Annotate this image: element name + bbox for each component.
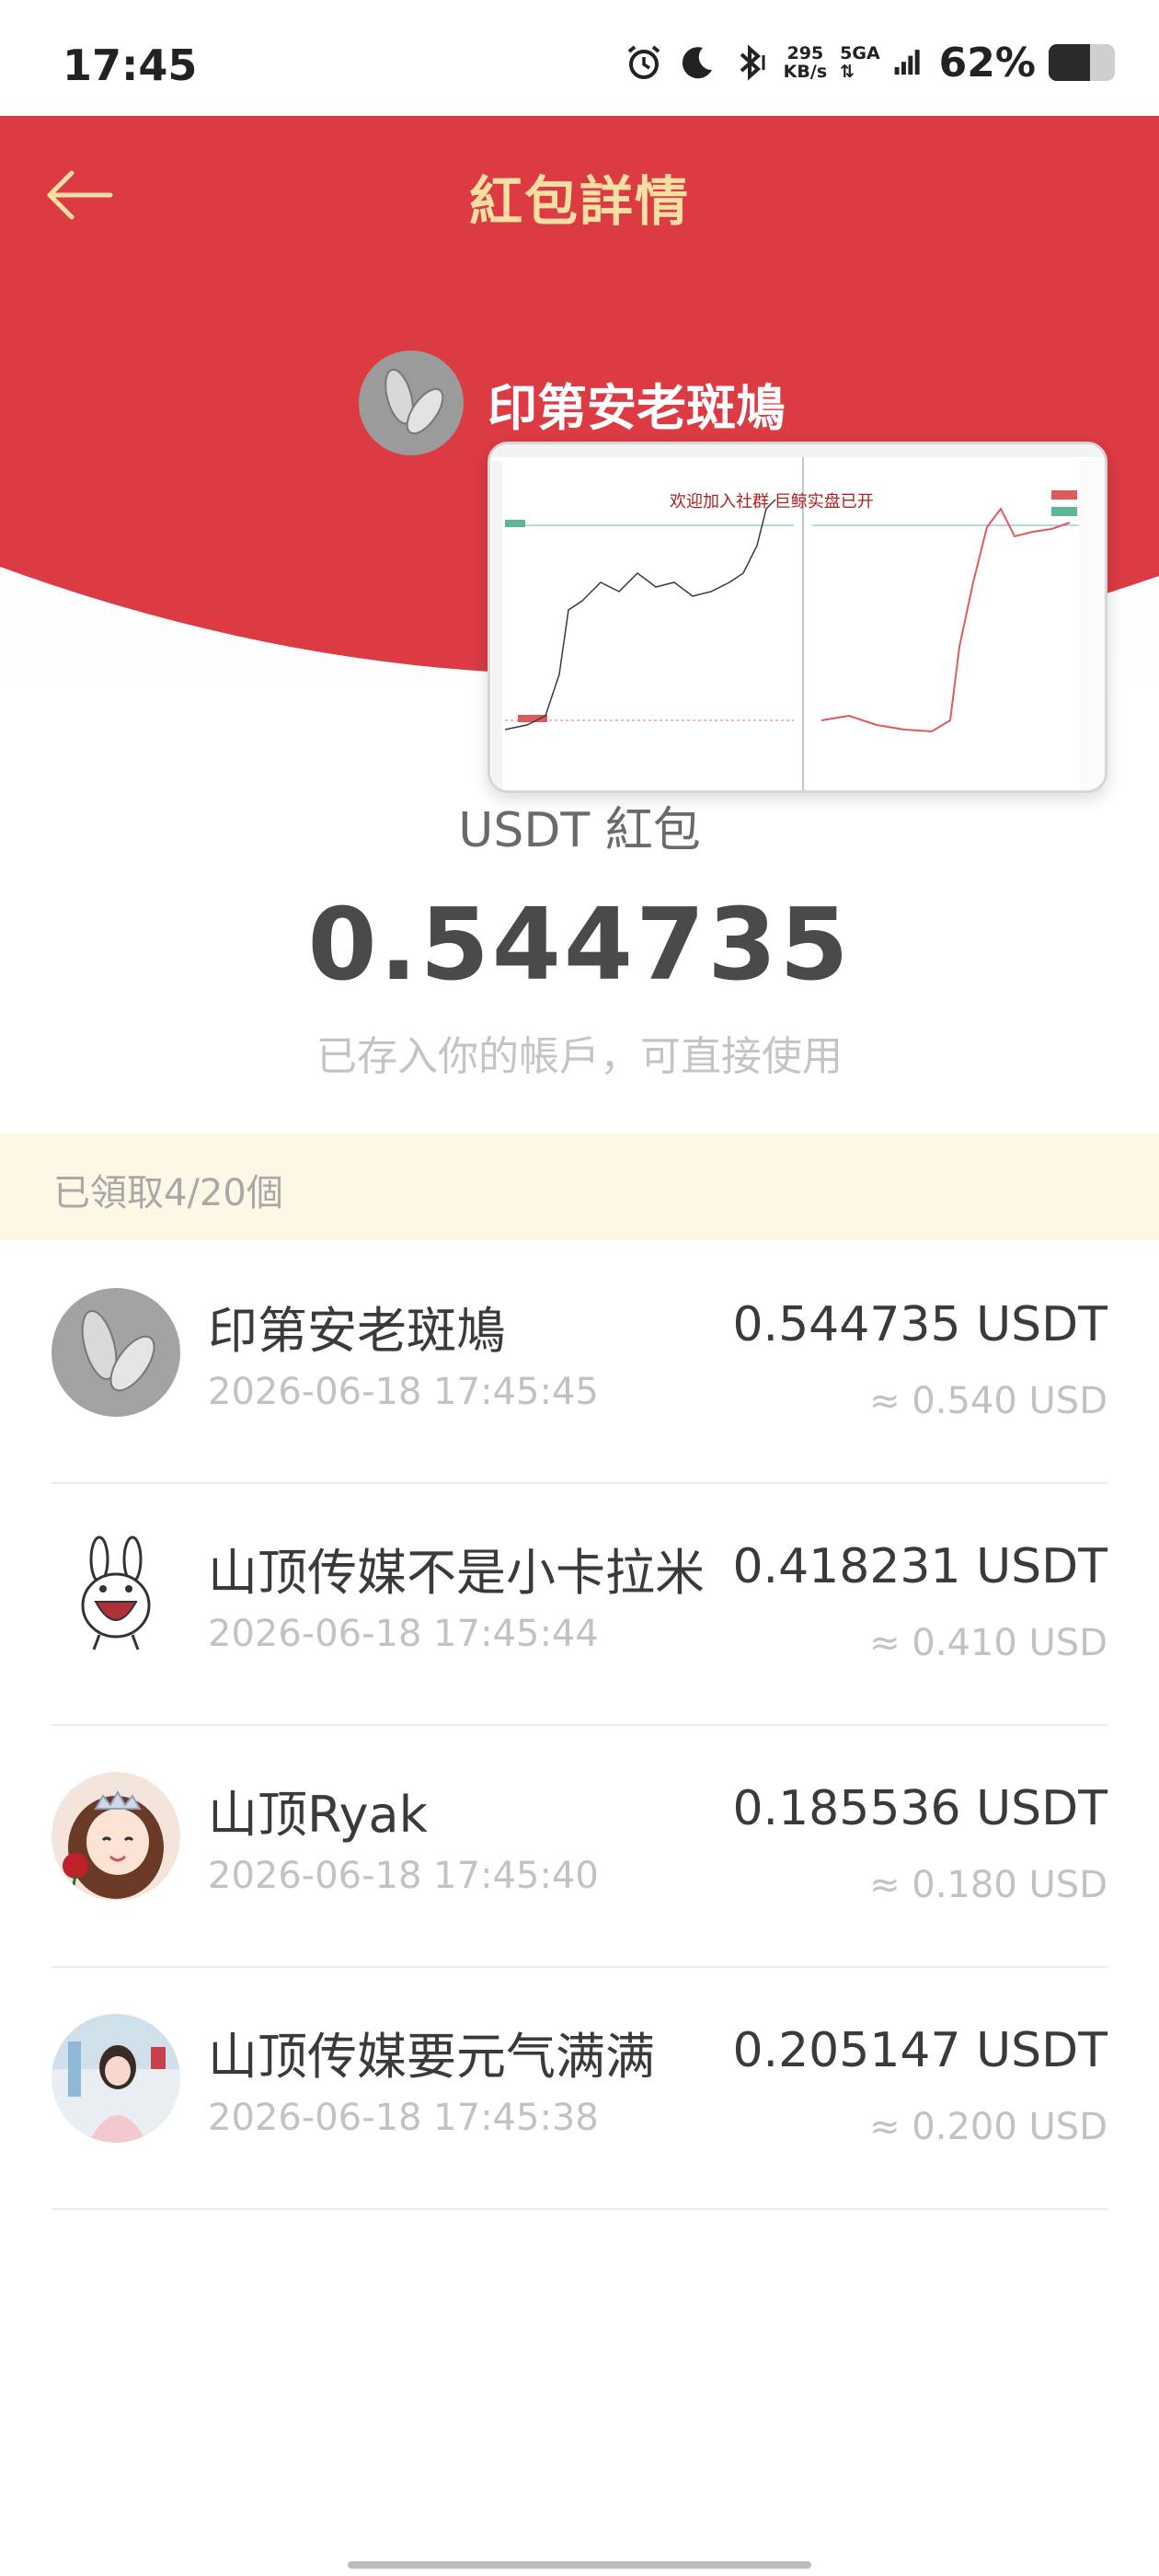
claimed-summary-bar: 已領取4/20個 [0, 1133, 1159, 1240]
status-bar: 17:45 295 KB/s 5GA ⇅ 62% [0, 0, 1159, 116]
recipient-name: 印第安老斑鳩 [208, 1302, 506, 1360]
overlay-caption: 欢迎加入社群 巨鲸实盘已开 [670, 492, 874, 512]
recipient-time: 2026-06-18 17:45:45 [208, 1371, 599, 1413]
recipient-amount: 0.418231 USDT [732, 1539, 1107, 1594]
bluetooth-icon [740, 44, 765, 81]
signal-icon [894, 50, 920, 75]
bunny-avatar[interactable] [52, 1530, 180, 1659]
recipient-name: 山顶Ryak [208, 1786, 428, 1844]
packet-type-label: USDT 紅包 [458, 803, 701, 858]
recipient-usd: ≈ 0.410 USD [869, 1622, 1107, 1664]
moon-icon [682, 47, 712, 79]
recipient-amount: 0.544735 USDT [732, 1297, 1107, 1352]
signal-label: 5GA ⇅ [840, 43, 880, 82]
recipient-time: 2026-06-18 17:45:38 [208, 2097, 599, 2139]
recipient-amount: 0.185536 USDT [732, 1781, 1107, 1836]
recipient-time: 2026-06-18 17:45:44 [208, 1613, 599, 1655]
recipient-usd: ≈ 0.540 USD [869, 1380, 1107, 1422]
battery-icon [1049, 44, 1115, 81]
status-icons: 295 KB/s 5GA ⇅ 62% [624, 37, 1115, 88]
net-speed: 295 KB/s [783, 43, 828, 82]
list-item[interactable]: 印第安老斑鳩 2026-06-18 17:45:45 0.544735 USDT… [52, 1242, 1107, 1484]
battery-level-fill [1049, 44, 1090, 81]
received-amount: 0.544735 [307, 888, 852, 1003]
recipient-name: 山顶传媒要元气满满 [208, 2028, 655, 2086]
sender-name: 印第安老斑鳩 [488, 378, 786, 437]
recipient-amount: 0.205147 USDT [732, 2023, 1107, 2078]
status-time: 17:45 [63, 40, 198, 90]
shoe-print-avatar[interactable] [52, 1288, 180, 1417]
deposit-note: 已存入你的帳戶，可直接使用 [316, 1033, 843, 1080]
claimed-count: 已領取4/20個 [53, 1172, 283, 1214]
recipient-usd: ≈ 0.180 USD [869, 1864, 1107, 1906]
recipient-time: 2026-06-18 17:45:40 [208, 1855, 599, 1897]
floating-chart-popup[interactable]: 欢迎加入社群 巨鲸实盘已开 [488, 442, 1107, 793]
recipient-name: 山顶传媒不是小卡拉米 [208, 1544, 705, 1602]
girl-photo-avatar[interactable] [52, 2014, 180, 2143]
home-indicator[interactable] [348, 2561, 811, 2569]
alarm-icon [627, 45, 660, 79]
recipient-usd: ≈ 0.200 USD [869, 2106, 1107, 2148]
sender-info: 印第安老斑鳩 [359, 350, 786, 456]
list-item[interactable]: 山顶传媒要元气满满 2026-06-18 17:45:38 0.205147 U… [52, 1968, 1107, 2210]
sender-avatar[interactable] [359, 351, 464, 455]
list-item[interactable]: 山顶Ryak 2026-06-18 17:45:40 0.185536 USDT… [52, 1726, 1107, 1968]
princess-avatar[interactable] [52, 1772, 180, 1901]
list-item[interactable]: 山顶传媒不是小卡拉米 2026-06-18 17:45:44 0.418231 … [52, 1484, 1107, 1726]
recipient-list: 印第安老斑鳩 2026-06-18 17:45:45 0.544735 USDT… [0, 1242, 1159, 2210]
page-title: 紅包詳情 [468, 170, 690, 233]
battery-percent: 62% [938, 39, 1036, 86]
